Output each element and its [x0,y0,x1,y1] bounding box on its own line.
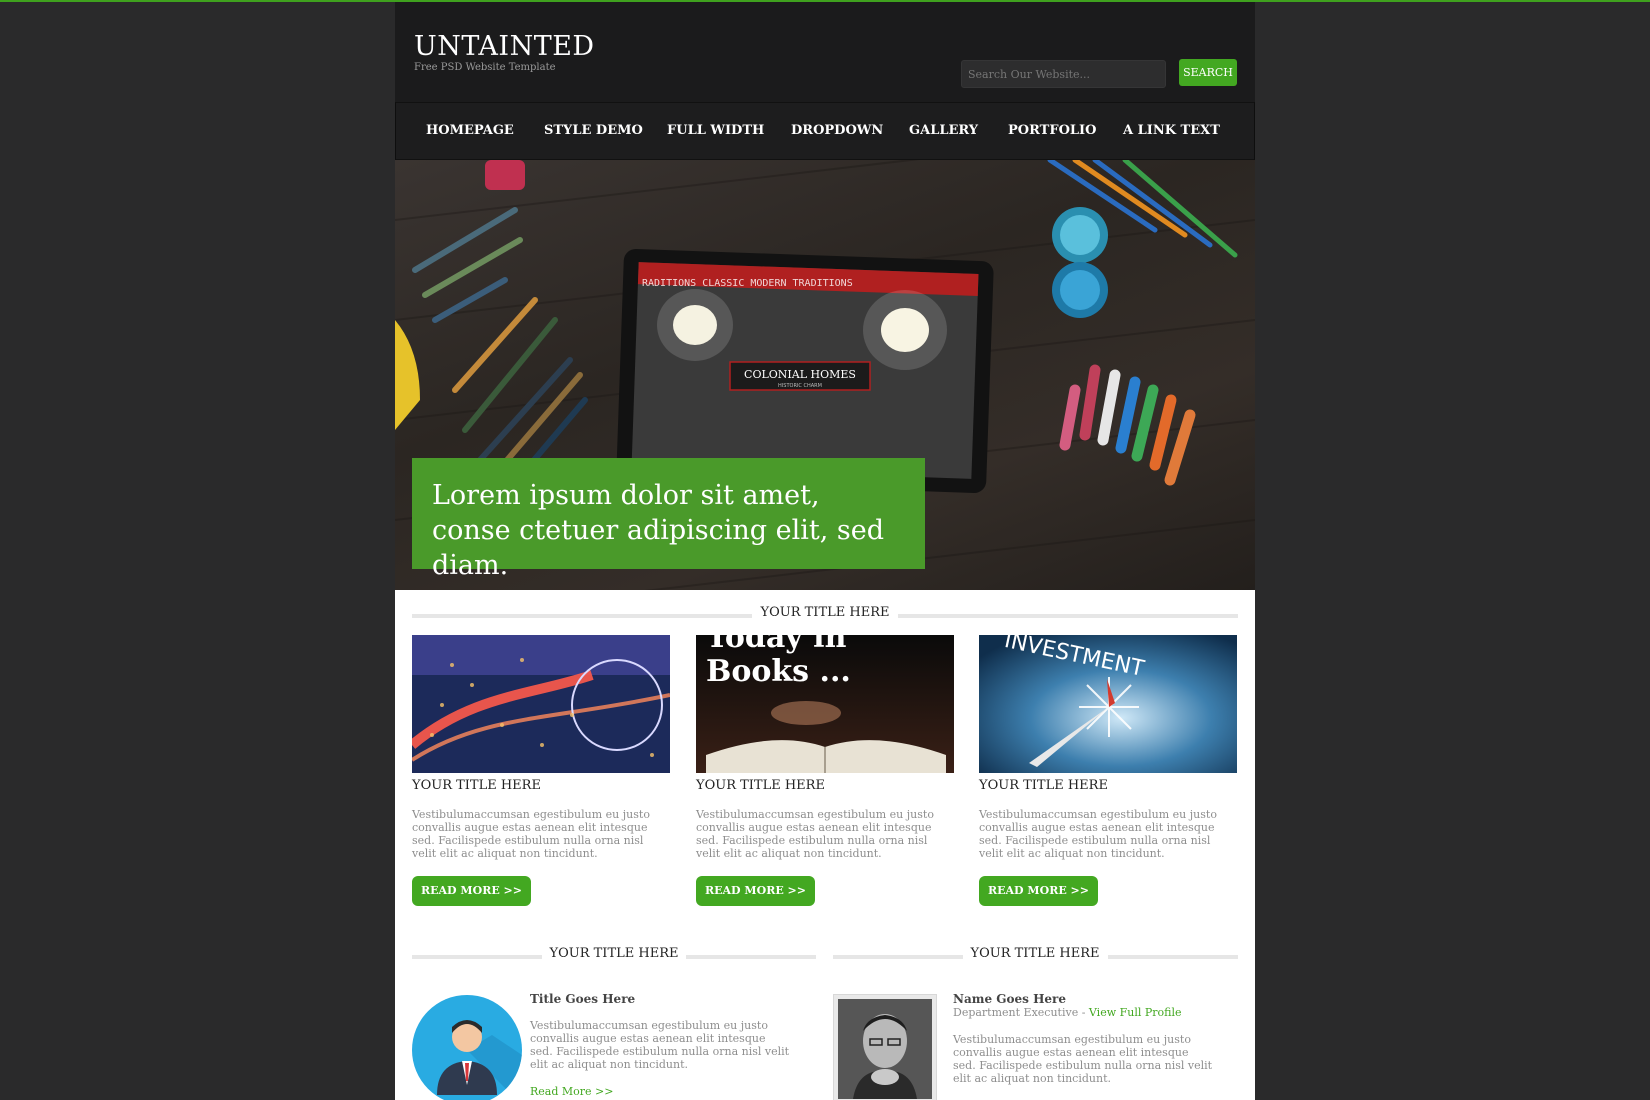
feature-card: Today in Books ... YOUR TITLE HERE Vesti… [696,635,954,906]
title-divider-right [898,614,1238,618]
card-text: Vestibulumaccumsan egestibulum eu justo … [412,808,650,860]
nav-item-a-link-text[interactable]: A LINK TEXT [1123,103,1220,159]
nav-item-style-demo[interactable]: STYLE DEMO [544,103,643,159]
nav-item-gallery[interactable]: GALLERY [909,103,978,159]
card-title[interactable]: YOUR TITLE HERE [979,778,1237,796]
title-divider-left [412,614,752,618]
read-more-button[interactable]: READ MORE >> [979,876,1098,906]
title-divider-left [412,955,542,959]
title-divider-left [833,955,963,959]
card-text: Vestibulumaccumsan egestibulum eu justo … [696,808,934,860]
brand[interactable]: UNTAINTED Free PSD Website Template [414,32,595,74]
nav-item-dropdown[interactable]: DROPDOWN [791,103,883,159]
nav-item-portfolio[interactable]: PORTFOLIO [1008,103,1096,159]
view-profile-link[interactable]: View Full Profile [1089,1006,1182,1019]
feature-card: INVESTMENT YOUR TITLE HERE Vestibulumacc… [979,635,1237,906]
tablet-sign-subtext: HISTORIC CHARM [778,383,822,389]
card-title[interactable]: YOUR TITLE HERE [696,778,954,796]
site-header: UNTAINTED Free PSD Website Template SEAR… [395,2,1255,102]
read-more-button[interactable]: READ MORE >> [696,876,815,906]
profile-department: Department Executive - View Full Profile [953,1006,1182,1019]
bottom-left-title[interactable]: Title Goes Here [530,992,635,1006]
user-avatar-icon [412,995,522,1100]
search-button[interactable]: SEARCH [1179,59,1237,86]
section-title-text: YOUR TITLE HERE [970,946,1100,961]
site-tagline: Free PSD Website Template [414,62,556,73]
site-title[interactable]: UNTAINTED [414,32,595,62]
nav-item-full-width[interactable]: FULL WIDTH [667,103,764,159]
section-title-text: YOUR TITLE HERE [760,605,890,620]
page-container: UNTAINTED Free PSD Website Template SEAR… [395,2,1255,1100]
tablet-sign-text: COLONIAL HOMES [744,368,856,381]
read-more-button[interactable]: READ MORE >> [412,876,531,906]
feature-card: YOUR TITLE HERE Vestibulumaccumsan egest… [412,635,670,906]
books-image-text-1: Today in [706,635,847,655]
tablet-banner-text: RADITIONS CLASSIC MODERN TRADITIONS [642,278,853,289]
hero-caption[interactable]: Lorem ipsum dolor sit amet, conse ctetue… [412,458,925,581]
card-title[interactable]: YOUR TITLE HERE [412,778,670,796]
profile-text: Vestibulumaccumsan egestibulum eu justo … [953,1033,1213,1085]
card-image-city[interactable] [412,635,670,773]
tablet-illustration: COLONIAL HOMES HISTORIC CHARM RADITIONS … [616,249,994,493]
title-divider-right [686,955,816,959]
bottom-right-section-title: YOUR TITLE HERE [833,946,1238,966]
bottom-left-section-title: YOUR TITLE HERE [412,946,816,966]
section-title-text: YOUR TITLE HERE [549,946,679,961]
card-image-investment[interactable]: INVESTMENT [979,635,1237,773]
read-more-link[interactable]: Read More >> [530,1085,613,1098]
title-divider-right [1108,955,1238,959]
features-section-title: YOUR TITLE HERE [412,605,1238,625]
books-image-text-2: Books ... [706,654,851,689]
profile-photo[interactable] [833,994,937,1100]
bottom-left-text: Vestibulumaccumsan egestibulum eu justo … [530,1019,790,1071]
department-text: Department Executive - [953,1006,1089,1019]
main-nav: HOMEPAGE STYLE DEMO FULL WIDTH DROPDOWN … [395,102,1255,160]
card-text: Vestibulumaccumsan egestibulum eu justo … [979,808,1217,860]
hero-slider[interactable]: COLONIAL HOMES HISTORIC CHARM RADITIONS … [395,160,1255,590]
nav-item-homepage[interactable]: HOMEPAGE [426,103,514,159]
search-input[interactable] [961,60,1166,88]
card-image-books[interactable]: Today in Books ... [696,635,954,773]
profile-name[interactable]: Name Goes Here [953,992,1066,1006]
